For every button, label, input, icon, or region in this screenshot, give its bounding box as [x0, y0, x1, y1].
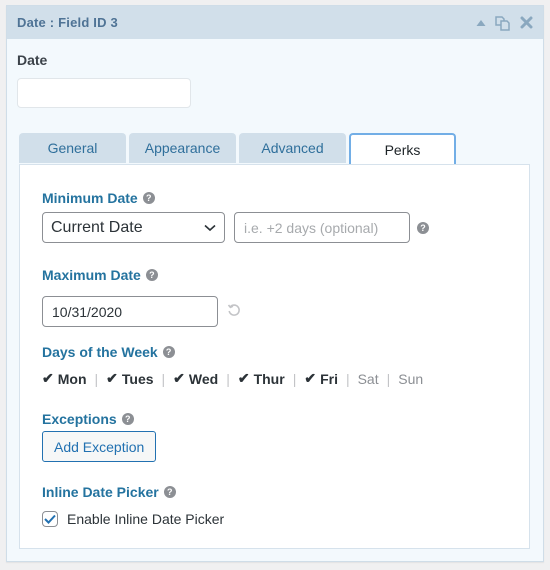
day-toggle-mon[interactable]: ✔ Mon: [42, 370, 87, 387]
settings-tabs: General Appearance Advanced Perks: [19, 133, 456, 164]
chevron-down-icon: [204, 219, 216, 237]
collapse-triangle-icon[interactable]: [476, 19, 486, 27]
help-icon[interactable]: ?: [417, 222, 429, 234]
help-icon[interactable]: ?: [145, 269, 158, 281]
help-icon[interactable]: ?: [162, 346, 175, 358]
tab-advanced[interactable]: Advanced: [239, 133, 346, 163]
enable-inline-picker-checkbox[interactable]: [42, 511, 58, 527]
check-icon: ✔: [237, 370, 250, 386]
separator: |: [292, 370, 297, 387]
check-icon: ✔: [173, 370, 185, 386]
day-toggle-thur[interactable]: ✔ Thur: [238, 370, 285, 387]
minimum-date-select[interactable]: Current Date: [42, 212, 225, 243]
day-toggle-sun[interactable]: Sun: [398, 371, 423, 387]
exceptions-label: Exceptions ?: [42, 411, 134, 427]
field-settings-panel: Date : Field ID 3 Date General Appearanc…: [6, 5, 544, 562]
duplicate-icon[interactable]: [494, 14, 512, 32]
panel-title: Date : Field ID 3: [17, 15, 118, 30]
separator: |: [226, 370, 230, 387]
help-icon[interactable]: ?: [142, 192, 155, 204]
perks-tab-panel: Minimum Date ? Current Date ? Maximum Da…: [19, 164, 530, 549]
date-preview-input[interactable]: [17, 78, 191, 108]
panel-header[interactable]: Date : Field ID 3: [7, 6, 543, 39]
tab-perks[interactable]: Perks: [349, 133, 456, 164]
tab-appearance[interactable]: Appearance: [129, 133, 236, 163]
separator: |: [161, 370, 166, 387]
check-icon: ✔: [42, 370, 54, 386]
maximum-date-input[interactable]: [42, 296, 218, 327]
check-icon: ✔: [106, 370, 118, 386]
help-icon[interactable]: ?: [163, 486, 176, 498]
inline-date-picker-label: Inline Date Picker ?: [42, 484, 176, 500]
minimum-date-label: Minimum Date ?: [42, 190, 155, 206]
days-of-week-label: Days of the Week ?: [42, 344, 175, 360]
reset-icon[interactable]: [227, 303, 241, 322]
minimum-date-offset-input[interactable]: [234, 212, 410, 243]
tab-general[interactable]: General: [19, 133, 126, 163]
days-of-week-toggles: ✔ Mon | ✔ Tues | ✔ Wed | ✔ Thur | ✔ Fri | Sat…: [42, 370, 423, 387]
maximum-date-label: Maximum Date ?: [42, 267, 158, 283]
add-exception-button[interactable]: Add Exception: [42, 431, 157, 462]
day-toggle-wed[interactable]: ✔ Wed: [173, 370, 218, 387]
day-toggle-tues[interactable]: ✔ Tues: [106, 370, 153, 387]
separator: |: [94, 370, 99, 387]
checkmark-icon: [44, 514, 56, 524]
help-icon[interactable]: ?: [121, 413, 134, 425]
enable-inline-picker-option[interactable]: Enable Inline Date Picker: [42, 511, 224, 527]
day-toggle-sat[interactable]: Sat: [358, 371, 379, 387]
field-label: Date: [17, 52, 48, 68]
separator: |: [386, 370, 391, 387]
check-icon: ✔: [304, 370, 317, 386]
day-toggle-fri[interactable]: ✔ Fri: [304, 370, 338, 387]
close-icon[interactable]: [520, 16, 533, 29]
separator: |: [345, 370, 350, 387]
